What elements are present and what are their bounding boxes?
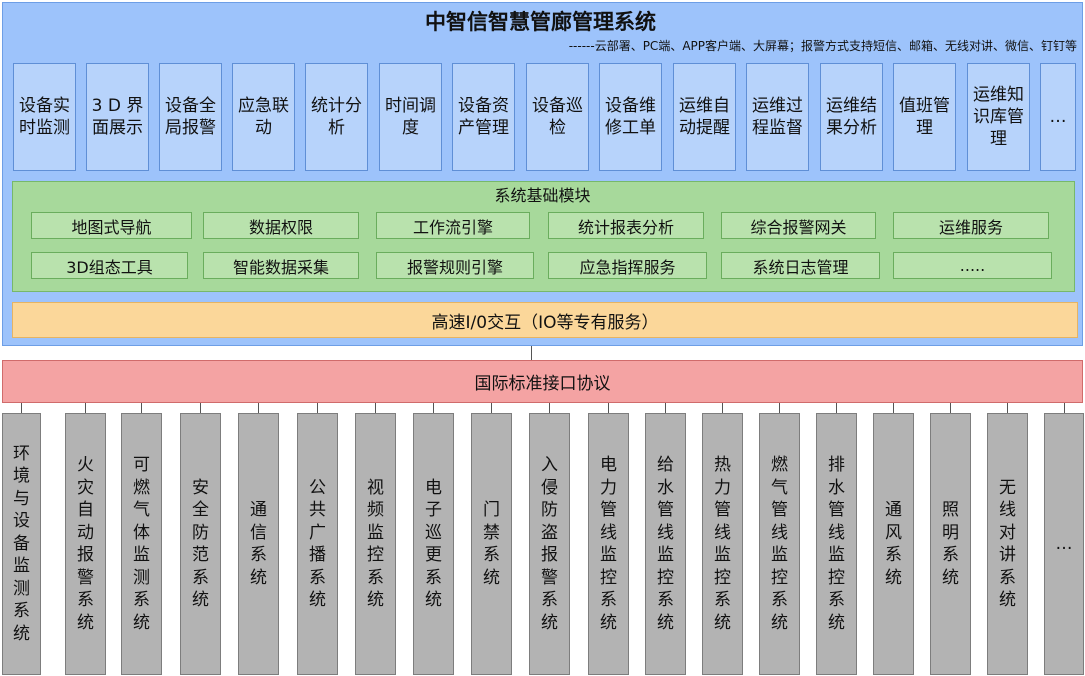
- subsystem-label: 电力管线监控系统: [600, 455, 617, 633]
- connector-line: [665, 403, 666, 413]
- io-interaction-bar: 高速I/0交互（IO等专有服务）: [12, 302, 1078, 338]
- connector-line: [141, 403, 142, 413]
- subsystem-label: 照明系统: [942, 500, 959, 588]
- connector-line: [258, 403, 259, 413]
- connector-line: [779, 403, 780, 413]
- subsystem-label: 通风系统: [885, 500, 902, 588]
- connector-line: [549, 403, 550, 413]
- connector-line: [21, 403, 22, 413]
- subsystem-box: 通风系统: [873, 413, 914, 675]
- connector-line: [1064, 403, 1065, 413]
- connector-line: [608, 403, 609, 413]
- subsystem-box: 视频监控系统: [355, 413, 396, 675]
- connector-line: [722, 403, 723, 413]
- subsystem-box: 火灾自动报警系统: [65, 413, 106, 675]
- subsystem-label: 可燃气体监测系统: [133, 455, 150, 633]
- app-module: 设备维修工单: [599, 63, 662, 171]
- subsystem-label: 安全防范系统: [192, 477, 209, 611]
- base-module: 3D组态工具: [31, 252, 188, 279]
- protocol-bar: 国际标准接口协议: [2, 360, 1083, 403]
- base-module-more: .....: [893, 252, 1052, 279]
- subsystem-label: 给水管线监控系统: [657, 455, 674, 633]
- subsystem-box: 门禁系统: [471, 413, 512, 675]
- app-module: 设备巡检: [526, 63, 589, 171]
- subsystem-label: 排水管线监控系统: [828, 455, 845, 633]
- subsystem-label: 无线对讲系统: [999, 477, 1016, 611]
- connector-line: [893, 403, 894, 413]
- connector-line: [836, 403, 837, 413]
- base-module: 运维服务: [893, 212, 1049, 239]
- connector-line: [85, 403, 86, 413]
- connector-line: [433, 403, 434, 413]
- subsystem-box: 给水管线监控系统: [645, 413, 686, 675]
- connector-line: [531, 346, 532, 360]
- connector-line: [950, 403, 951, 413]
- subsystem-label: 视频监控系统: [367, 477, 384, 611]
- subsystem-box: 可燃气体监测系统: [121, 413, 162, 675]
- base-module: 应急指挥服务: [548, 252, 707, 279]
- subsystem-label: 燃气管线监控系统: [771, 455, 788, 633]
- app-module: 运维知识库管理: [967, 63, 1030, 171]
- app-module: 运维自动提醒: [673, 63, 736, 171]
- app-module: 值班管理: [893, 63, 956, 171]
- subsystem-box: 照明系统: [930, 413, 971, 675]
- base-module: 工作流引擎: [376, 212, 530, 239]
- subsystem-box: 燃气管线监控系统: [759, 413, 800, 675]
- app-module: 设备资产管理: [452, 63, 515, 171]
- app-module: 运维结果分析: [820, 63, 883, 171]
- app-module: 3 D 界面展示: [86, 63, 149, 171]
- base-modules-title: 系统基础模块: [494, 186, 591, 205]
- base-module: 智能数据采集: [203, 252, 359, 279]
- subsystem-label: 门禁系统: [483, 500, 500, 588]
- subsystem-box: 公共广播系统: [297, 413, 338, 675]
- subsystem-box: 电子巡更系统: [413, 413, 454, 675]
- subsystem-box: 通信系统: [238, 413, 279, 675]
- app-module: 时间调度: [379, 63, 442, 171]
- app-module: 运维过程监督: [746, 63, 809, 171]
- subsystem-label: 火灾自动报警系统: [77, 455, 94, 633]
- base-module: 统计报表分析: [548, 212, 704, 239]
- subsystem-label: 环境与设备监测系统: [13, 443, 30, 644]
- page-title: 中智信智慧管廊管理系统: [425, 10, 656, 34]
- connector-line: [200, 403, 201, 413]
- subsystem-box: 入侵防盗报警系统: [529, 413, 570, 675]
- app-module: 设备实时监测: [13, 63, 76, 171]
- deployment-note: ------云部署、PC端、APP客户端、大屏幕；报警方式支持短信、邮箱、无线对…: [568, 39, 1077, 53]
- base-module: 数据权限: [203, 212, 359, 239]
- app-module: 设备全局报警: [159, 63, 222, 171]
- subsystem-label: 电子巡更系统: [425, 477, 442, 611]
- app-module: 应急联动: [232, 63, 295, 171]
- subsystem-box: 安全防范系统: [180, 413, 221, 675]
- subsystem-label: 入侵防盗报警系统: [541, 455, 558, 633]
- connector-line: [317, 403, 318, 413]
- subsystem-label: 公共广播系统: [309, 477, 326, 611]
- subsystem-label: 热力管线监控系统: [714, 455, 731, 633]
- base-module: 报警规则引擎: [376, 252, 534, 279]
- base-module: 地图式导航: [31, 212, 192, 239]
- connector-line: [491, 403, 492, 413]
- subsystem-box: 电力管线监控系统: [588, 413, 629, 675]
- base-module: 系统日志管理: [721, 252, 880, 279]
- subsystem-box-more: …: [1044, 413, 1084, 675]
- connector-line: [1007, 403, 1008, 413]
- subsystem-box: 无线对讲系统: [987, 413, 1028, 675]
- app-module-more: …: [1040, 63, 1076, 171]
- subsystem-box: 热力管线监控系统: [702, 413, 743, 675]
- app-module: 统计分析: [305, 63, 368, 171]
- subsystem-label: 通信系统: [250, 500, 267, 588]
- subsystem-label: …: [1055, 533, 1073, 554]
- subsystem-box: 环境与设备监测系统: [2, 413, 41, 675]
- subsystem-box: 排水管线监控系统: [816, 413, 857, 675]
- connector-line: [375, 403, 376, 413]
- base-module: 综合报警网关: [721, 212, 876, 239]
